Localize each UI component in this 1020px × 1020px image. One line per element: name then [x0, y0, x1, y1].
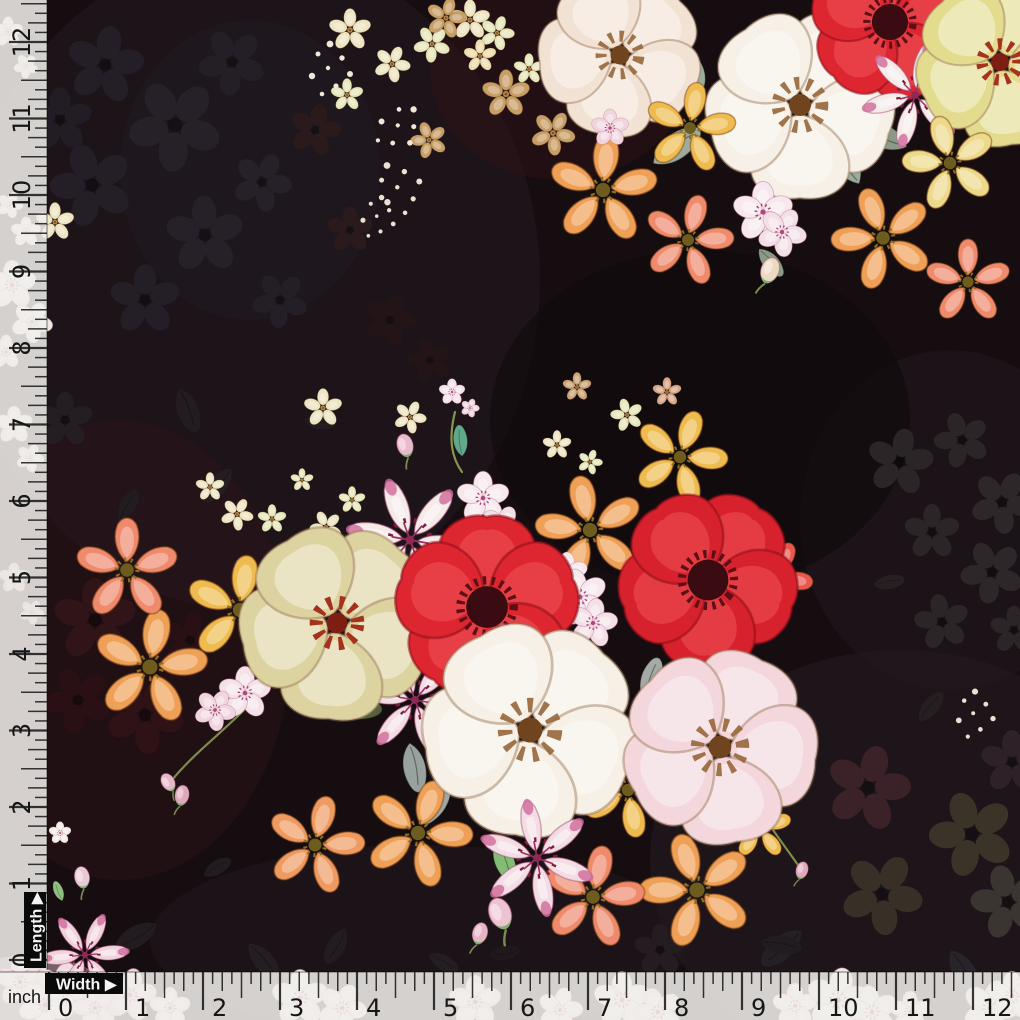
bottom-ruler-number: 2: [212, 994, 227, 1020]
fabric-scene: 01234567891011120123456789101112Length ▶…: [0, 0, 1020, 1020]
left-ruler-number: 4: [8, 646, 36, 661]
bottom-ruler-number: 7: [597, 994, 612, 1020]
bottom-ruler-number: 6: [520, 994, 535, 1020]
fabric-product-photo: 01234567891011120123456789101112Length ▶…: [0, 0, 1020, 1020]
left-ruler-number: 6: [8, 493, 36, 508]
left-ruler-number: 3: [8, 723, 36, 738]
left-ruler-number: 2: [8, 799, 36, 814]
bottom-ruler-number: 12: [982, 994, 1013, 1020]
bottom-ruler-number: 3: [289, 994, 304, 1020]
left-ruler-number: 7: [8, 417, 36, 432]
left-ruler-number: 12: [8, 27, 36, 58]
width-label: Width ▶: [56, 977, 118, 994]
bottom-ruler-number: 8: [674, 994, 689, 1020]
bottom-ruler-number: 9: [751, 994, 766, 1020]
bottom-ruler-number: 1: [135, 994, 150, 1020]
bottom-ruler-number: 4: [366, 994, 381, 1020]
length-label: Length ▶: [29, 891, 46, 962]
bottom-ruler-number: 5: [443, 994, 458, 1020]
unit-label: inch: [8, 987, 41, 1007]
bottom-ruler-number: 0: [58, 994, 73, 1020]
left-ruler-number: 1: [8, 876, 36, 891]
left-ruler-number: 10: [8, 180, 36, 211]
left-ruler-number: 5: [8, 570, 36, 585]
bottom-ruler-number: 11: [905, 994, 936, 1020]
left-ruler-number: 8: [8, 340, 36, 355]
bottom-ruler-number: 10: [828, 994, 859, 1020]
left-ruler: [0, 0, 47, 970]
left-ruler-number: 9: [8, 264, 36, 279]
left-ruler-number: 11: [8, 103, 36, 134]
